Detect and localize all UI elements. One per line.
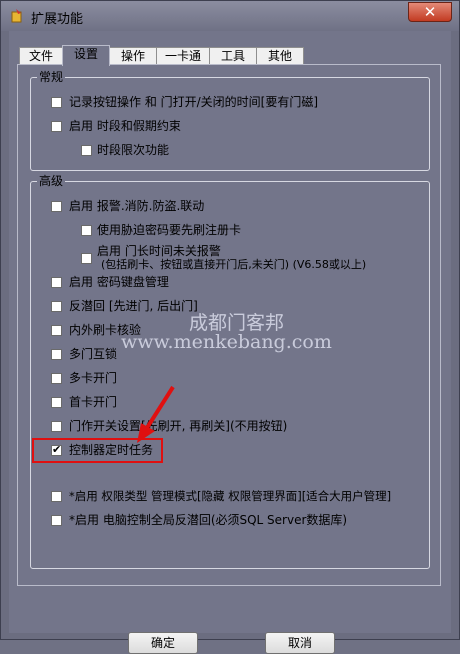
- ok-button[interactable]: 确定: [128, 632, 198, 654]
- app-icon: [11, 9, 22, 23]
- watermark-url: www.menkebang.com: [121, 331, 332, 353]
- tab-other[interactable]: 其他: [256, 47, 304, 65]
- general-group-title: 常规: [37, 70, 66, 84]
- checkbox-label: 首卡开门: [69, 395, 118, 409]
- checkbox[interactable]: [51, 201, 62, 212]
- checkbox[interactable]: [51, 397, 62, 408]
- checkbox-label: 记录按钮操作 和 门打开/关闭的时间[要有门磁]: [69, 95, 319, 109]
- tab-label: 操作: [120, 49, 145, 63]
- checkbox[interactable]: [81, 225, 92, 236]
- checkbox-label: 启用 密码键盘管理: [69, 275, 169, 289]
- tab-label: 文件: [28, 49, 53, 63]
- tab-label: 一卡通: [164, 49, 201, 63]
- tab-tools[interactable]: 工具: [209, 47, 257, 65]
- checkbox[interactable]: [81, 145, 92, 156]
- checkbox-label: *启用 权限类型 管理模式[隐藏 权限管理界面][适合大用户管理]: [69, 489, 392, 503]
- checkbox[interactable]: [51, 277, 62, 288]
- checkbox-label: *启用 电脑控制全局反潜回(必须SQL Server数据库): [69, 513, 348, 527]
- checkbox[interactable]: [51, 515, 62, 526]
- window-title: 扩展功能: [31, 12, 84, 27]
- checkbox[interactable]: [51, 491, 62, 502]
- checkbox-label: 时段限次功能: [97, 143, 170, 157]
- red-arrow-icon: [137, 385, 175, 443]
- checkbox-label: 反潜回 [先进门, 后出门]: [69, 299, 198, 313]
- checkbox-label: 启用 报警.消防.防盗.联动: [69, 199, 205, 213]
- checkbox[interactable]: [51, 325, 62, 336]
- tab-label: 设置: [73, 47, 98, 61]
- checkbox[interactable]: [51, 301, 62, 312]
- checkbox-label: 使用胁迫密码要先刷注册卡: [97, 223, 242, 237]
- close-button[interactable]: ✕: [408, 2, 452, 22]
- highlight-box: [32, 438, 163, 463]
- checkbox-label: 多门互锁: [69, 347, 118, 361]
- checkbox-sublabel: (包括刷卡、按钮或直接开门后,未关门) (V6.58或以上): [101, 258, 367, 271]
- title-bar[interactable]: 扩展功能 ✕: [1, 1, 459, 31]
- checkbox[interactable]: [51, 97, 62, 108]
- checkbox[interactable]: [51, 373, 62, 384]
- extended-functions-window: 扩展功能 ✕ 文件 设置 操作 一卡通 工具 其他 常规 高级 记录按钮操作 和…: [0, 0, 460, 654]
- checkbox-label: 多卡开门: [69, 371, 118, 385]
- tab-settings[interactable]: 设置: [62, 45, 110, 66]
- tab-operation[interactable]: 操作: [109, 47, 157, 65]
- checkbox[interactable]: [51, 349, 62, 360]
- tab-label: 工具: [220, 49, 245, 63]
- advanced-group-title: 高级: [37, 174, 66, 188]
- checkbox[interactable]: [51, 121, 62, 132]
- checkbox[interactable]: [81, 253, 92, 264]
- checkbox-label: 启用 时段和假期约束: [69, 119, 181, 133]
- dialog-body: 文件 设置 操作 一卡通 工具 其他 常规 高级 记录按钮操作 和 门打开/关闭…: [9, 31, 451, 654]
- checkbox-label: 启用 门长时间未关报警: [97, 244, 221, 258]
- checkbox[interactable]: [51, 421, 62, 432]
- cancel-button[interactable]: 取消: [265, 632, 335, 654]
- tab-label: 其他: [267, 49, 292, 63]
- close-icon: ✕: [423, 3, 437, 21]
- tab-file[interactable]: 文件: [19, 47, 63, 65]
- tab-one-card[interactable]: 一卡通: [156, 47, 210, 65]
